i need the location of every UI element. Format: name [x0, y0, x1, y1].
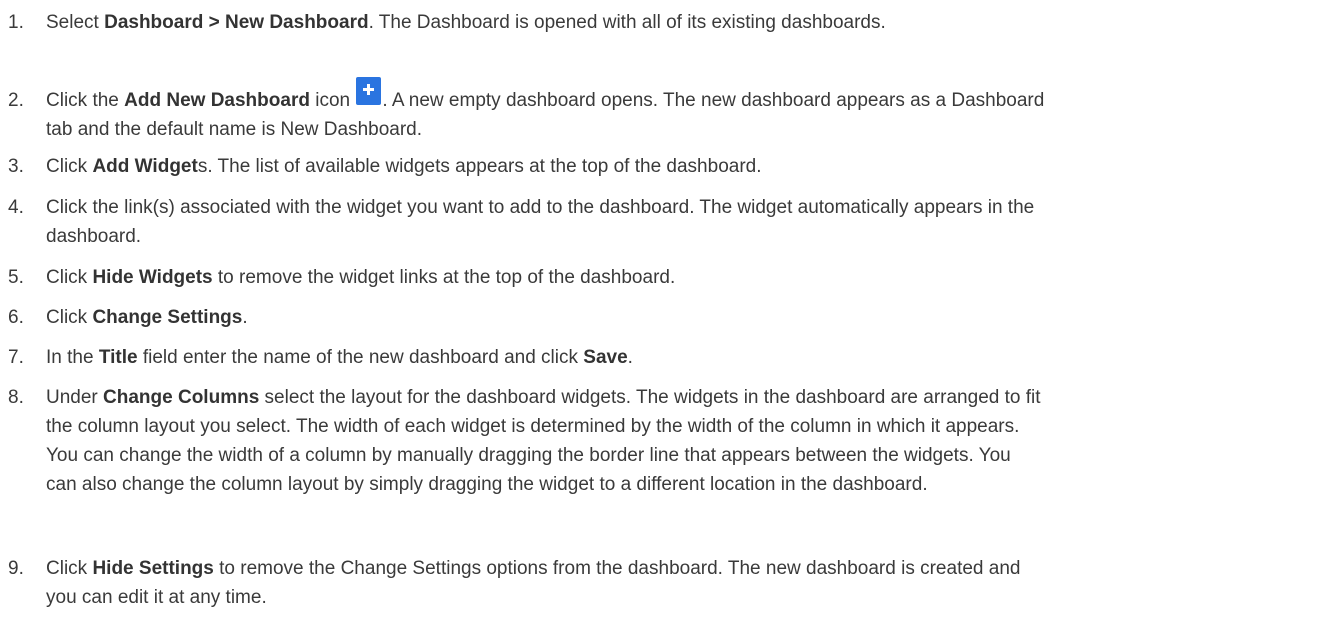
step-number: 5. [8, 267, 24, 288]
step-text-continued: you can edit it at any time. [46, 587, 267, 608]
step-number: 9. [8, 558, 24, 579]
step-5: 5. Click Hide Widgets to remove the widge… [8, 263, 1308, 292]
button-name: Hide Settings [92, 558, 214, 579]
step-text-continued: tab and the default name is New Dashboar… [46, 119, 423, 140]
step-text: . [627, 347, 633, 368]
step-6: 6. Click Change Settings. [8, 303, 1308, 332]
step-text: . A new empty dashboard opens. The new d… [382, 90, 1045, 111]
step-9: 9. Click Hide Settings to remove the Chan… [8, 554, 1308, 612]
step-2: 2. Click the Add New Dashboard icon . A n… [8, 77, 1308, 144]
step-text: Select [46, 12, 105, 33]
step-text: to remove the widget links at the top of… [212, 267, 676, 288]
step-text: Click the link(s) associated with the wi… [46, 197, 1035, 218]
step-text: Click [46, 156, 93, 177]
step-3: 3. Click Add Widgets. The list of availab… [8, 152, 1308, 181]
step-8: 8. Under Change Columns select the layout… [8, 383, 1308, 499]
step-text-continued: the column layout you select. The width … [46, 416, 1020, 437]
button-name: Add New Dashboard [124, 90, 310, 111]
step-7: 7. In the Title field enter the name of t… [8, 343, 1308, 372]
button-name: Save [583, 347, 628, 368]
step-text: Click [46, 267, 93, 288]
step-number: 6. [8, 307, 24, 328]
step-text: Under [46, 387, 104, 408]
step-text: s. The list of available widgets appears… [197, 156, 762, 177]
step-text: Click the [46, 90, 125, 111]
step-text: In the [46, 347, 99, 368]
step-text: select the layout for the dashboard widg… [259, 387, 1041, 408]
section-name: Change Columns [103, 387, 260, 408]
step-text: icon [309, 90, 356, 111]
menu-path: Dashboard > New Dashboard [104, 12, 369, 33]
step-number: 8. [8, 387, 24, 408]
button-name: Add Widget [92, 156, 198, 177]
step-text-continued: dashboard. [46, 226, 142, 247]
step-1: 1. Select Dashboard > New Dashboard. The … [8, 8, 1308, 37]
step-text: to remove the Change Settings options fr… [213, 558, 1021, 579]
step-text-continued: You can change the width of a column by … [46, 445, 1011, 466]
step-number: 2. [8, 90, 24, 111]
field-name: Title [98, 347, 138, 368]
step-text: . [242, 307, 248, 328]
step-text: Click [46, 307, 93, 328]
button-name: Hide Widgets [92, 267, 213, 288]
step-text: . The Dashboard is opened with all of it… [368, 12, 886, 33]
step-text-continued: can also change the column layout by sim… [46, 474, 928, 495]
step-text: Click [46, 558, 93, 579]
button-name: Change Settings [92, 307, 243, 328]
step-number: 4. [8, 197, 24, 218]
plus-icon [356, 77, 382, 105]
step-number: 3. [8, 156, 24, 177]
step-number: 7. [8, 347, 24, 368]
step-text: field enter the name of the new dashboar… [137, 347, 584, 368]
step-4: 4. Click the link(s) associated with the … [8, 193, 1308, 251]
step-number: 1. [8, 12, 24, 33]
